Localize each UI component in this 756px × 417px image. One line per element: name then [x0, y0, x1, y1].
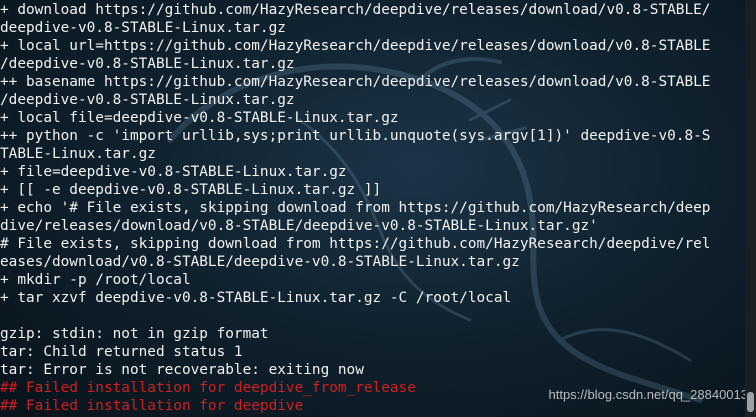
watermark-text: https://blog.csdn.net/qq_28840013	[548, 387, 749, 402]
output-line: eases/download/v0.8-STABLE/deepdive-v0.8…	[0, 254, 520, 270]
output-line: + file=deepdive-v0.8-STABLE-Linux.tar.gz	[0, 164, 347, 180]
output-line: tar: Child returned status 1	[0, 344, 243, 360]
output-line: ++ python -c 'import urllib,sys;print ur…	[0, 128, 711, 144]
terminal-window[interactable]: + download https://github.com/HazyResear…	[0, 0, 756, 417]
output-line: + download https://github.com/HazyResear…	[0, 2, 711, 18]
output-line: + local url=https://github.com/HazyResea…	[0, 38, 711, 54]
output-line: ++ basename https://github.com/HazyResea…	[0, 74, 711, 90]
output-line: /deepdive-v0.8-STABLE-Linux.tar.gz	[0, 92, 295, 108]
output-line: # File exists, skipping download from ht…	[0, 236, 711, 252]
output-line: + [[ -e deepdive-v0.8-STABLE-Linux.tar.g…	[0, 182, 382, 198]
output-line: deepdive-v0.8-STABLE-Linux.tar.gz	[0, 20, 286, 36]
output-line: + tar xzvf deepdive-v0.8-STABLE-Linux.ta…	[0, 290, 512, 306]
output-line: + local file=deepdive-v0.8-STABLE-Linux.…	[0, 110, 399, 126]
terminal-output: + download https://github.com/HazyResear…	[0, 1, 745, 415]
output-line: TABLE-Linux.tar.gz	[0, 146, 156, 162]
output-line: /deepdive-v0.8-STABLE-Linux.tar.gz	[0, 56, 295, 72]
output-line: dive/releases/download/v0.8-STABLE/deepd…	[0, 218, 598, 234]
vertical-scrollbar[interactable]	[745, 0, 756, 417]
scrollbar-thumb[interactable]	[747, 392, 754, 412]
output-line: + mkdir -p /root/local	[0, 272, 191, 288]
output-line: tar: Error is not recoverable: exiting n…	[0, 362, 364, 378]
output-line: + echo '# File exists, skipping download…	[0, 200, 711, 216]
output-line: gzip: stdin: not in gzip format	[0, 326, 269, 342]
